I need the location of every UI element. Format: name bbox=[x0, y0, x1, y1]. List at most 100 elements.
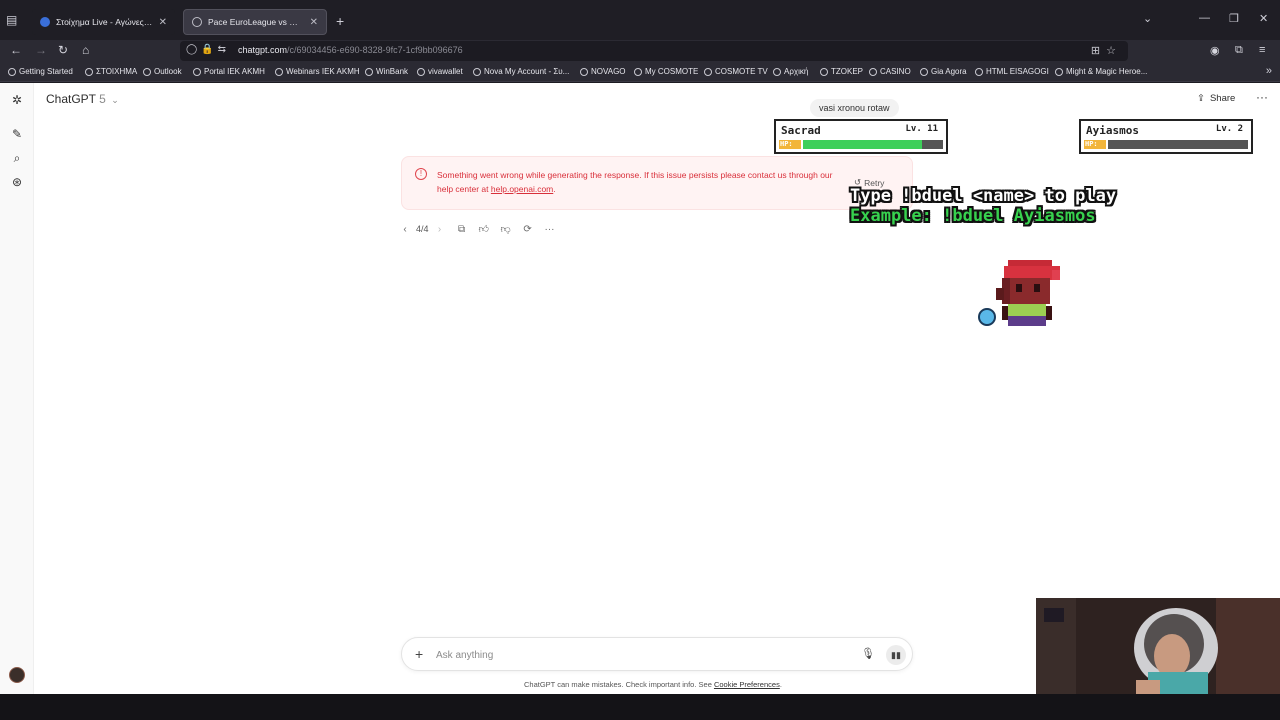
message-actions: ‹ 4/4 › ⧉ 👍︎ 👎︎ ⟳ ··· bbox=[400, 223, 555, 236]
prompt-input[interactable] bbox=[436, 646, 836, 664]
bookmark-item[interactable]: Nova My Account - Συ... bbox=[473, 67, 569, 76]
share-button[interactable]: ⇪ Share bbox=[1197, 93, 1235, 104]
address-bar[interactable]: ◯🔒⇆ chatgpt.com/c/69034456-e690-8328-9fc… bbox=[180, 41, 1128, 61]
share-icon: ⇪ bbox=[1197, 93, 1205, 104]
bookmark-item[interactable]: WinBank bbox=[365, 67, 408, 76]
bookmark-item[interactable]: CASINO bbox=[869, 67, 911, 76]
bookmark-label: Getting Started bbox=[19, 67, 73, 76]
bookmark-label: WinBank bbox=[376, 67, 409, 76]
more-actions-icon[interactable]: ··· bbox=[545, 224, 555, 235]
error-banner: ! Something went wrong while generating … bbox=[401, 156, 913, 210]
bookmark-label: NOVAGO bbox=[591, 67, 626, 76]
model-selector[interactable]: ChatGPT 5 ⌄ bbox=[46, 92, 119, 106]
extensions-icon[interactable]: ⧉ bbox=[1235, 44, 1243, 57]
bookmark-item[interactable]: Getting Started bbox=[8, 67, 73, 76]
bookmark-label: Nova My Account - Συ... bbox=[484, 67, 570, 76]
new-chat-icon[interactable]: ✎ bbox=[10, 127, 24, 141]
globe-icon bbox=[975, 67, 983, 76]
conversation-options-icon[interactable]: ··· bbox=[1256, 90, 1268, 104]
thumbs-down-icon[interactable]: 👎︎ bbox=[501, 223, 511, 235]
pager-text: 4/4 bbox=[416, 224, 429, 234]
more-bookmarks-icon[interactable]: » bbox=[1266, 65, 1272, 77]
url-text[interactable]: chatgpt.com/c/69034456-e690-8328-9fc7-1c… bbox=[238, 45, 463, 55]
regenerate-icon[interactable]: ⟳ bbox=[523, 224, 533, 235]
account-icon[interactable]: ◉ bbox=[1210, 44, 1220, 57]
reload-icon[interactable]: ↻ bbox=[58, 43, 68, 57]
response-pager: ‹ 4/4 › bbox=[400, 224, 445, 235]
bookmark-item[interactable]: Αρχική bbox=[773, 67, 808, 76]
voice-mode-icon[interactable]: ▮▮ bbox=[886, 645, 906, 665]
bookmark-item[interactable]: COSMOTE TV bbox=[704, 67, 768, 76]
bookmark-star-icon[interactable]: ⊞☆ bbox=[1091, 44, 1122, 57]
home-icon[interactable]: ⌂ bbox=[82, 43, 89, 57]
forward-icon[interactable]: → bbox=[35, 43, 47, 57]
close-tab-icon[interactable]: ✕ bbox=[159, 17, 167, 28]
webcam-feed bbox=[1036, 598, 1280, 694]
user-message: vasi xronou rotaw bbox=[810, 99, 899, 117]
bookmark-label: Gia Agora bbox=[931, 67, 967, 76]
close-window-icon[interactable]: ✕ bbox=[1259, 12, 1268, 25]
chevron-down-icon: ⌄ bbox=[111, 95, 119, 105]
bookmark-item[interactable]: HTML EISAGOGI bbox=[975, 67, 1049, 76]
bookmark-label: Might & Magic Heroe... bbox=[1066, 67, 1148, 76]
help-center-link[interactable]: help.openai.com bbox=[491, 184, 553, 194]
bookmark-item[interactable]: My COSMOTE bbox=[634, 67, 698, 76]
restore-icon[interactable]: ❐ bbox=[1229, 12, 1239, 25]
player-name: Ayiasmos bbox=[1086, 124, 1139, 137]
error-text: Something went wrong while generating th… bbox=[437, 169, 837, 196]
hp-label: HP: bbox=[779, 140, 801, 149]
player-hp-box: Ayiasmos Lv. 2 HP: bbox=[1079, 119, 1253, 154]
browser-navbar: ← → ↻ ⌂ ◯🔒⇆ chatgpt.com/c/69034456-e690-… bbox=[0, 40, 1280, 62]
player-hp-box: Sacrad Lv. 11 HP: bbox=[774, 119, 948, 154]
menu-icon[interactable]: ≡ bbox=[1259, 44, 1265, 56]
add-attachment-icon[interactable]: + bbox=[415, 646, 423, 662]
bookmark-item[interactable]: Portal IEK AKMH bbox=[193, 67, 265, 76]
close-tab-icon[interactable]: ✕ bbox=[310, 17, 318, 28]
bookmark-item[interactable]: Gia Agora bbox=[920, 67, 967, 76]
search-icon[interactable]: ⌕ bbox=[10, 151, 24, 165]
tab-title: Pace EuroLeague vs NBA bbox=[208, 17, 304, 27]
bookmark-item[interactable]: vivawallet bbox=[417, 67, 463, 76]
globe-icon bbox=[473, 67, 481, 76]
bookmark-label: Outlook bbox=[154, 67, 182, 76]
composer: + 🎙︎ ▮▮ bbox=[401, 637, 913, 671]
overlay-example: Example: !bduel Ayiasmos bbox=[850, 206, 1096, 226]
globe-icon bbox=[920, 67, 928, 76]
player-name: Sacrad bbox=[781, 124, 821, 137]
pixel-character-sprite bbox=[978, 260, 1060, 326]
back-icon[interactable]: ← bbox=[10, 43, 22, 57]
sidebar-rail: ✲ ✎ ⌕ ⊛ bbox=[0, 83, 34, 694]
library-icon[interactable]: ⊛ bbox=[10, 175, 24, 189]
bookmark-item[interactable]: Webinars IEK AKMH bbox=[275, 67, 360, 76]
cookie-preferences-link[interactable]: Cookie Preferences bbox=[714, 680, 780, 689]
site-info-icon[interactable]: ◯🔒⇆ bbox=[186, 44, 230, 55]
copy-icon[interactable]: ⧉ bbox=[457, 224, 467, 235]
globe-icon bbox=[704, 67, 712, 76]
overlay-instruction: Type !bduel <name> to play bbox=[850, 186, 1117, 206]
avatar[interactable] bbox=[9, 667, 25, 683]
microphone-icon[interactable]: 🎙︎ bbox=[861, 647, 875, 660]
tab-list-icon[interactable]: ▤ bbox=[6, 13, 20, 27]
disclaimer-text: ChatGPT can make mistakes. Check importa… bbox=[524, 680, 712, 689]
openai-logo-icon[interactable]: ✲ bbox=[10, 93, 24, 107]
globe-icon bbox=[143, 67, 151, 76]
model-name: ChatGPT bbox=[46, 92, 96, 106]
bookmark-item[interactable]: NOVAGO bbox=[580, 67, 626, 76]
bookmark-label: vivawallet bbox=[428, 67, 463, 76]
bookmark-label: CASINO bbox=[880, 67, 911, 76]
bookmark-item[interactable]: ΣΤΟΙΧΗΜΑ bbox=[85, 67, 137, 76]
minimize-icon[interactable]: — bbox=[1199, 12, 1210, 24]
bookmark-item[interactable]: Might & Magic Heroe... bbox=[1055, 67, 1147, 76]
previous-response-icon[interactable]: ‹ bbox=[400, 224, 410, 235]
tab-chatgpt[interactable]: Pace EuroLeague vs NBA ✕ bbox=[183, 9, 327, 35]
bookmark-item[interactable]: Outlook bbox=[143, 67, 182, 76]
bookmark-item[interactable]: TZOKEP bbox=[820, 67, 863, 76]
new-tab-icon[interactable]: + bbox=[336, 13, 344, 29]
globe-icon bbox=[85, 67, 93, 76]
thumbs-up-icon[interactable]: 👍︎ bbox=[479, 223, 489, 235]
next-response-icon[interactable]: › bbox=[435, 224, 445, 235]
tab-stoixima[interactable]: Στοίχημα Live - Αγώνες Σήμερα ✕ bbox=[32, 9, 175, 35]
list-all-tabs-icon[interactable]: ⌄ bbox=[1143, 12, 1152, 25]
tab-title: Στοίχημα Live - Αγώνες Σήμερα bbox=[56, 17, 153, 27]
player-level: Lv. 11 bbox=[905, 124, 938, 134]
